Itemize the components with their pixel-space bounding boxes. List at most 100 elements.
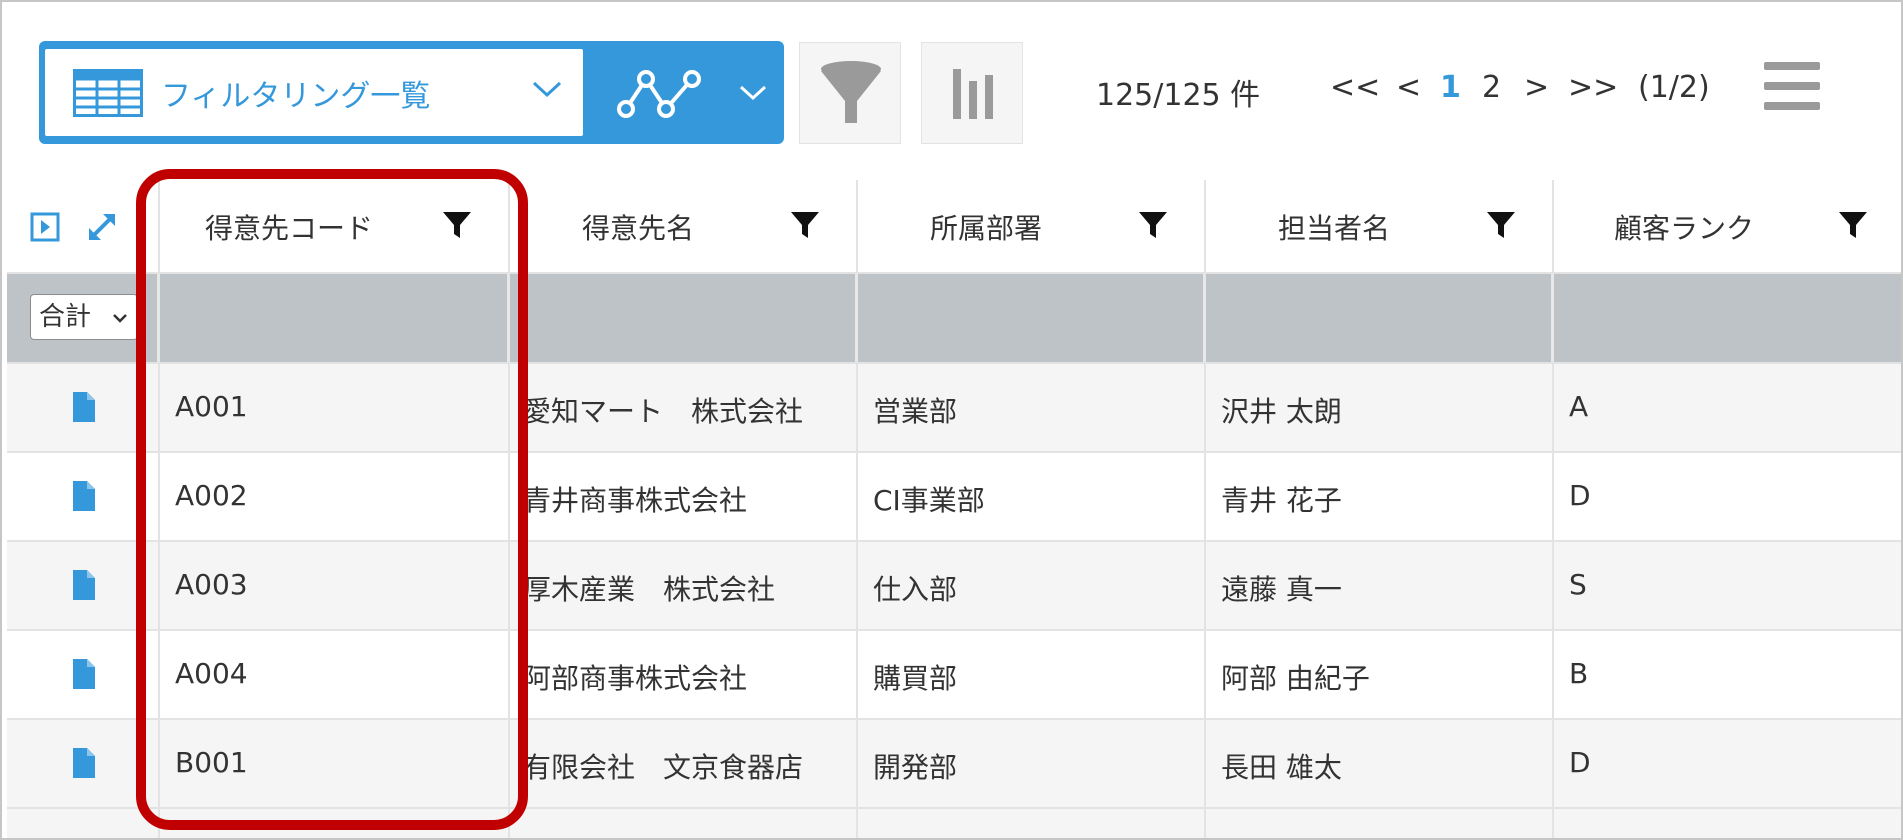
row-detail-cell (7, 720, 160, 807)
record-count: 125/125 件 (1096, 78, 1261, 113)
table-header: 得意先コード 得意先名 所属部署 担当者名 顧客ランク (7, 180, 1901, 274)
expand-row-icon[interactable] (30, 212, 60, 242)
table-cell[interactable]: A003 (160, 542, 510, 629)
column-filter-icon[interactable] (790, 210, 820, 240)
cell-value: 遠藤 真一 (1221, 573, 1342, 606)
table-cell[interactable]: 有限会社 文京食器店 (510, 720, 858, 807)
table-cell[interactable]: 沢井 太朗 (1206, 364, 1554, 451)
chevron-down-icon (739, 85, 767, 101)
next-page-link[interactable]: > (1524, 70, 1568, 105)
table-cell[interactable]: 購買部 (858, 631, 1206, 718)
current-page: 1 (1440, 70, 1461, 105)
table-cell[interactable]: S (1554, 542, 1901, 629)
table-cell[interactable]: B001 (160, 720, 510, 807)
table-cell[interactable]: A004 (160, 631, 510, 718)
prev-page-link[interactable]: < (1396, 70, 1440, 105)
column-header-label: 所属部署 (929, 212, 1042, 245)
cell-value: D (1569, 746, 1591, 779)
funnel-icon (821, 61, 881, 123)
cell-value: S (1569, 568, 1587, 601)
table-cell[interactable]: 仕入部 (858, 542, 1206, 629)
column-header[interactable]: 得意先名 (510, 180, 858, 272)
table-row[interactable]: B001 有限会社 文京食器店 開発部 長田 雄太 D (7, 720, 1901, 809)
column-header[interactable]: 得意先コード (160, 180, 510, 272)
column-filter-icon[interactable] (442, 210, 472, 240)
table-cell[interactable]: 阿部商事株式会社 (510, 631, 858, 718)
table-cell[interactable]: 開発部 (858, 720, 1206, 807)
cell-value: CI事業部 (873, 484, 985, 517)
cell-value: 青井 花子 (1221, 484, 1342, 517)
cell-value: A001 (175, 390, 248, 423)
view-name: フィルタリング一覧 (161, 78, 431, 114)
table-cell[interactable]: D (1554, 453, 1901, 540)
table-cell[interactable] (7, 809, 160, 838)
cell-value: D (1569, 479, 1591, 512)
column-header-label: 得意先名 (581, 212, 694, 245)
graph-selector[interactable] (599, 41, 784, 144)
last-page-link[interactable]: >> (1568, 70, 1638, 105)
table-row[interactable]: A001 愛知マート 株式会社 営業部 沢井 太朗 A (7, 364, 1901, 453)
first-page-link[interactable]: << (1330, 70, 1396, 105)
summary-cell (1206, 274, 1554, 362)
fullscreen-icon[interactable] (89, 214, 115, 240)
table-cell[interactable]: A001 (160, 364, 510, 451)
table-cell[interactable] (510, 809, 858, 838)
table-cell[interactable] (1554, 809, 1901, 838)
hamburger-icon[interactable] (1764, 62, 1820, 112)
column-filter-icon[interactable] (1838, 210, 1868, 240)
summary-row: 合計 (7, 274, 1901, 364)
column-header[interactable]: 所属部署 (858, 180, 1206, 272)
chevron-down-icon (113, 314, 127, 323)
row-detail-cell (7, 542, 160, 629)
table-cell[interactable]: B (1554, 631, 1901, 718)
table-cell[interactable]: 長田 雄太 (1206, 720, 1554, 807)
table-row[interactable]: A004 阿部商事株式会社 購買部 阿部 由紀子 B (7, 631, 1901, 720)
chart-button[interactable] (921, 42, 1023, 144)
view-selector: フィルタリング一覧 (39, 41, 784, 144)
document-icon[interactable] (73, 659, 95, 689)
table-cell[interactable]: 青井 花子 (1206, 453, 1554, 540)
cell-value: A003 (175, 568, 248, 601)
page-2-link[interactable]: 2 (1482, 70, 1524, 105)
document-icon[interactable] (73, 481, 95, 511)
table-cell[interactable] (1206, 809, 1554, 838)
table-icon (73, 68, 143, 117)
table-cell[interactable]: 愛知マート 株式会社 (510, 364, 858, 451)
document-icon[interactable] (73, 748, 95, 778)
cell-value: B (1569, 657, 1589, 690)
summary-cell (160, 274, 510, 362)
table-cell[interactable]: 青井商事株式会社 (510, 453, 858, 540)
table-cell[interactable] (160, 809, 510, 838)
document-icon[interactable] (73, 392, 95, 422)
table-row[interactable]: A002 青井商事株式会社 CI事業部 青井 花子 D (7, 453, 1901, 542)
summary-type-select[interactable]: 合計 (30, 294, 138, 340)
column-filter-icon[interactable] (1486, 210, 1516, 240)
app-frame: フィルタリング一覧 125/125 件 << < 1 2 > >> (1/2) … (0, 0, 1903, 840)
row-detail-cell (7, 453, 160, 540)
column-header[interactable]: 担当者名 (1206, 180, 1554, 272)
table-row[interactable] (7, 809, 1901, 838)
table-row[interactable]: A003 厚木産業 株式会社 仕入部 遠藤 真一 S (7, 542, 1901, 631)
cell-value: 仕入部 (873, 573, 958, 606)
table-cell[interactable]: 遠藤 真一 (1206, 542, 1554, 629)
column-header-label: 得意先コード (204, 212, 373, 245)
line-graph-icon (617, 70, 701, 118)
table-cell[interactable] (858, 809, 1206, 838)
column-filter-icon[interactable] (1138, 210, 1168, 240)
cell-value: 厚木産業 株式会社 (523, 573, 776, 606)
cell-value: 開発部 (873, 751, 958, 784)
column-header[interactable]: 顧客ランク (1554, 180, 1901, 272)
document-icon[interactable] (73, 570, 95, 600)
filter-button[interactable] (799, 42, 901, 144)
table-cell[interactable]: 厚木産業 株式会社 (510, 542, 858, 629)
table-cell[interactable]: CI事業部 (858, 453, 1206, 540)
table-cell[interactable]: A (1554, 364, 1901, 451)
table-cell[interactable]: 営業部 (858, 364, 1206, 451)
cell-value: A (1569, 390, 1589, 423)
table-cell[interactable]: A002 (160, 453, 510, 540)
table-cell[interactable]: D (1554, 720, 1901, 807)
cell-value: A002 (175, 479, 248, 512)
view-dropdown[interactable]: フィルタリング一覧 (45, 49, 583, 136)
cell-value: 阿部 由紀子 (1221, 662, 1370, 695)
table-cell[interactable]: 阿部 由紀子 (1206, 631, 1554, 718)
